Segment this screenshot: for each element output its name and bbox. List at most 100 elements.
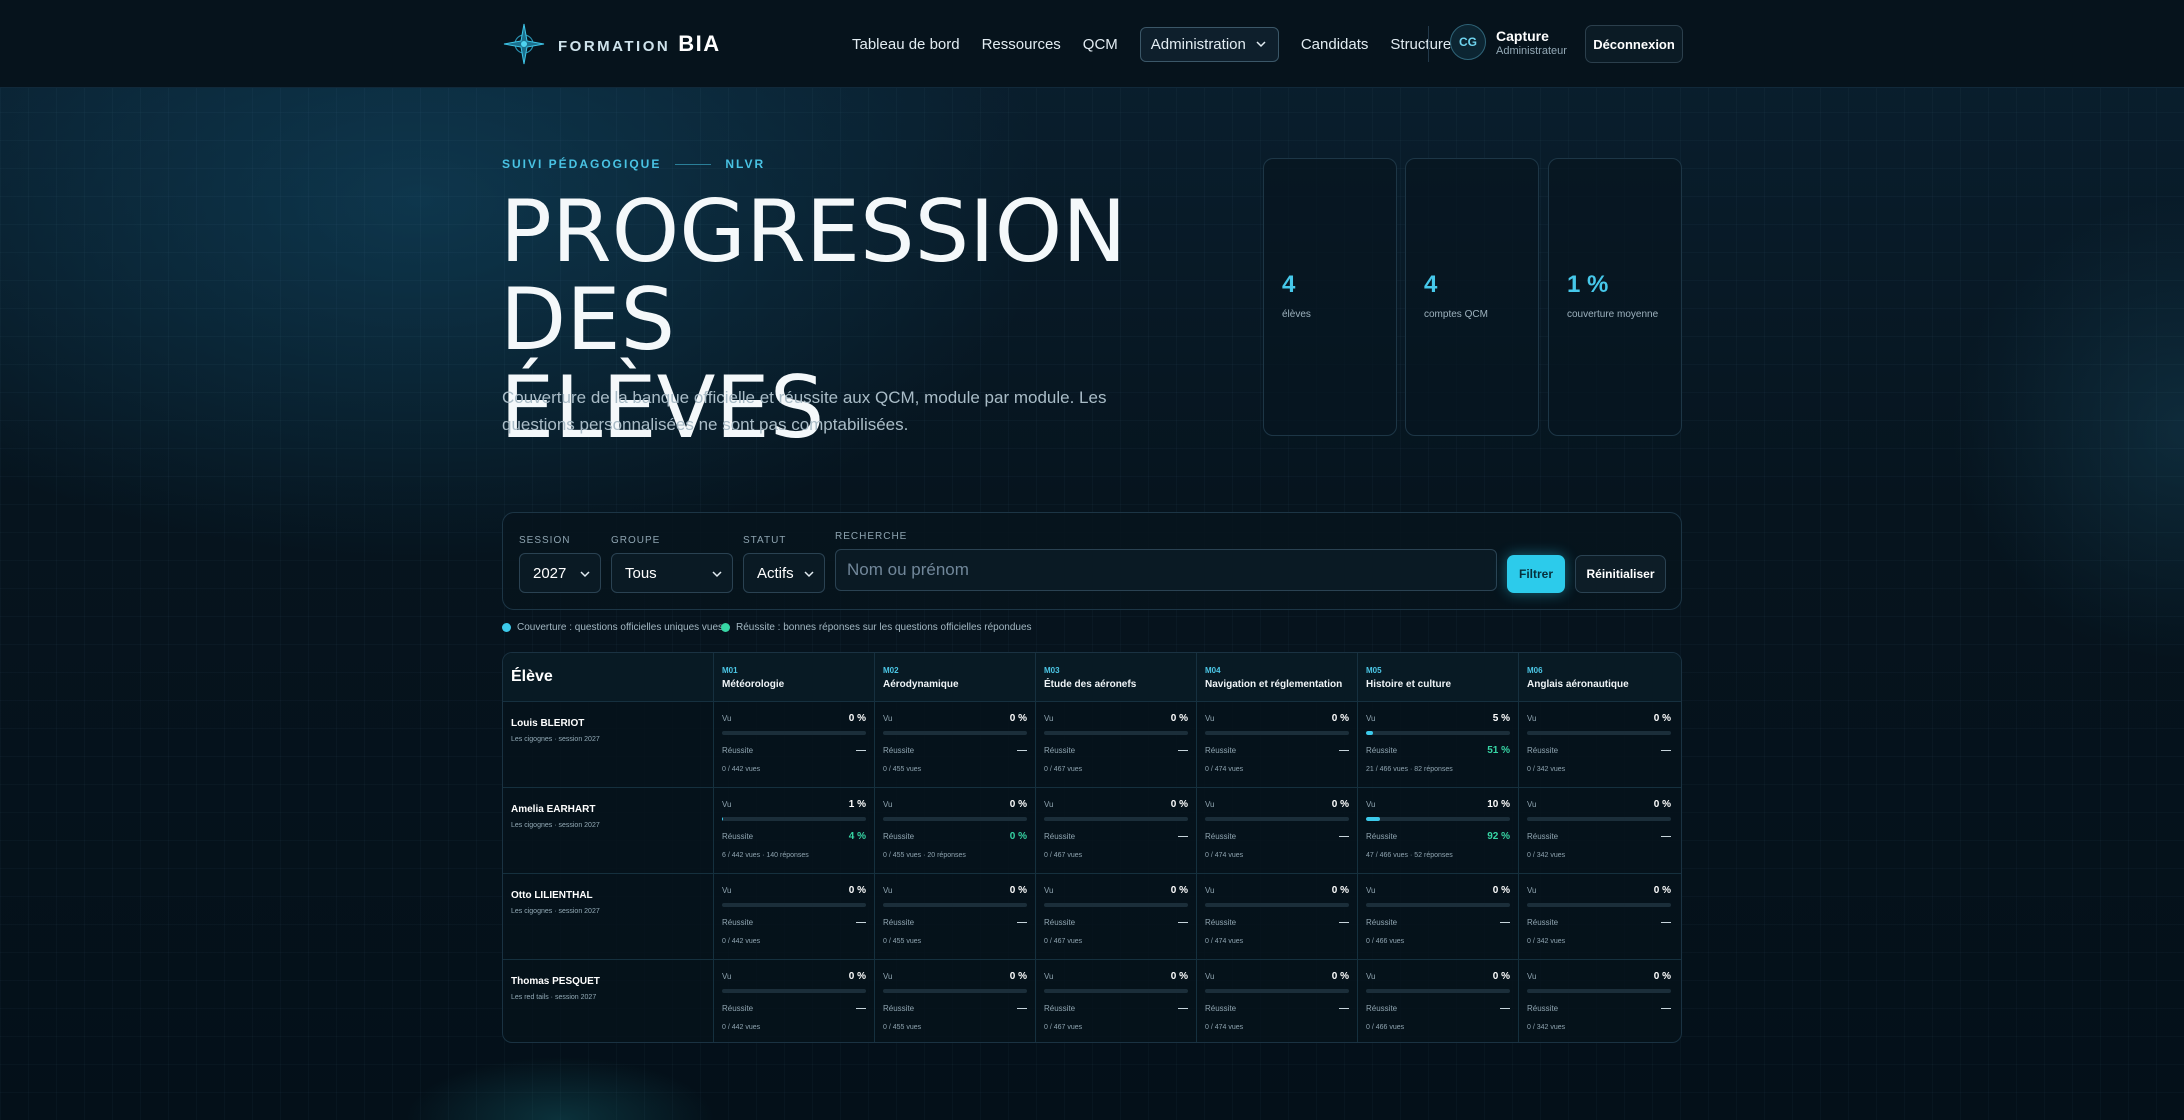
- success-value: —: [1017, 745, 1027, 756]
- success-value: —: [1178, 745, 1188, 756]
- search-input[interactable]: Nom ou prénom: [835, 549, 1497, 591]
- coverage-value: 0 %: [1170, 799, 1188, 810]
- success-dot-icon: [721, 623, 730, 632]
- module-progress-cell: Vu 5 % Réussite 51 % 21 / 466 vues · 82 répo…: [1357, 702, 1518, 788]
- coverage-value: 0 %: [848, 971, 866, 982]
- groupe-select[interactable]: Tous: [611, 553, 733, 593]
- eyebrow: SUIVI PÉDAGOGIQUE NLVR: [502, 157, 765, 171]
- groupe-label: GROUPE: [611, 535, 661, 546]
- statut-select[interactable]: Actifs: [743, 553, 825, 593]
- coverage-value: 0 %: [1653, 799, 1671, 810]
- nav-dropdown-administration[interactable]: Administration: [1139, 26, 1279, 62]
- module-name: Étude des aéronefs: [1044, 679, 1137, 690]
- coverage-value: 0 %: [1653, 713, 1671, 724]
- success-label: Réussite: [1527, 746, 1559, 755]
- page-description: Couverture de la banque officielle et ré…: [502, 388, 1107, 434]
- coverage-label: Vu: [722, 714, 732, 723]
- brand-logo[interactable]: FORMATION BIA: [502, 22, 721, 66]
- coverage-value: 0 %: [1653, 971, 1671, 982]
- module-name: Météorologie: [722, 679, 785, 690]
- cell-footer: 0 / 467 vues: [1044, 766, 1083, 773]
- coverage-label: Vu: [1527, 714, 1537, 723]
- nav-link-candidats[interactable]: Candidats: [1301, 36, 1369, 53]
- success-value: —: [1500, 917, 1510, 928]
- cell-footer: 0 / 466 vues: [1366, 938, 1405, 945]
- cell-footer: 0 / 455 vues · 20 réponses: [883, 852, 966, 859]
- cell-footer: 0 / 342 vues: [1527, 766, 1566, 773]
- module-progress-cell: Vu 0 % Réussite — 0 / 474 vues: [1196, 960, 1357, 1042]
- module-name: Histoire et culture: [1366, 679, 1452, 690]
- user-menu[interactable]: CG Capture Administrateur: [1450, 24, 1567, 60]
- success-label: Réussite: [883, 832, 915, 841]
- page-title-line1: PROGRESSION DES: [500, 182, 1127, 370]
- eyebrow-tag: NLVR: [725, 157, 766, 171]
- student-name: Amelia EARHART: [511, 804, 596, 815]
- coverage-dot-icon: [502, 623, 511, 632]
- success-label: Réussite: [883, 1004, 915, 1013]
- reset-button[interactable]: Réinitialiser: [1575, 555, 1666, 593]
- success-label: Réussite: [1205, 832, 1237, 841]
- coverage-label: Vu: [1044, 800, 1054, 809]
- success-value: —: [1661, 745, 1671, 756]
- coverage-value: 0 %: [1009, 713, 1027, 724]
- student-group: Les cigognes · session 2027: [511, 822, 600, 829]
- coverage-bar: [1205, 903, 1349, 907]
- success-value: 51 %: [1487, 745, 1510, 756]
- coverage-bar: [883, 903, 1027, 907]
- stat-value: 4: [1424, 271, 1438, 298]
- coverage-bar: [722, 989, 866, 993]
- success-label: Réussite: [883, 918, 915, 927]
- success-value: —: [856, 917, 866, 928]
- column-header-module: M05 Histoire et culture: [1357, 653, 1518, 702]
- cell-footer: 0 / 455 vues: [883, 1024, 922, 1031]
- module-code: M03: [1044, 666, 1060, 675]
- brand-prefix: FORMATION: [558, 37, 671, 55]
- logout-button[interactable]: Déconnexion: [1585, 25, 1683, 63]
- success-value: —: [1178, 831, 1188, 842]
- coverage-bar: [883, 731, 1027, 735]
- table-row[interactable]: Amelia EARHART Les cigognes · session 202…: [503, 788, 1681, 874]
- module-progress-cell: Vu 0 % Réussite — 0 / 474 vues: [1196, 874, 1357, 960]
- success-label: Réussite: [1044, 1004, 1076, 1013]
- success-value: —: [1339, 917, 1349, 928]
- cell-footer: 0 / 467 vues: [1044, 938, 1083, 945]
- success-value: —: [856, 745, 866, 756]
- module-progress-cell: Vu 0 % Réussite — 0 / 467 vues: [1035, 960, 1196, 1042]
- chevron-down-icon: [804, 571, 814, 578]
- nav-links: Tableau de bord Ressources QCM Administr…: [852, 25, 1481, 63]
- coverage-label: Vu: [1527, 886, 1537, 895]
- module-code: M06: [1527, 666, 1543, 675]
- module-progress-cell: Vu 0 % Réussite — 0 / 466 vues: [1357, 874, 1518, 960]
- coverage-value: 0 %: [1492, 885, 1510, 896]
- table-row[interactable]: Otto LILIENTHAL Les cigognes · session 20…: [503, 874, 1681, 960]
- module-progress-cell: Vu 0 % Réussite — 0 / 442 vues: [713, 874, 874, 960]
- coverage-value: 0 %: [1009, 885, 1027, 896]
- success-label: Réussite: [722, 1004, 754, 1013]
- nav-link-qcm[interactable]: QCM: [1083, 36, 1118, 53]
- coverage-bar: [1366, 731, 1510, 735]
- coverage-bar: [1366, 989, 1510, 993]
- coverage-label: Vu: [1366, 972, 1376, 981]
- filter-button[interactable]: Filtrer: [1507, 555, 1565, 593]
- coverage-bar: [722, 731, 866, 735]
- coverage-bar-fill: [722, 817, 724, 821]
- success-label: Réussite: [1366, 746, 1398, 755]
- module-progress-cell: Vu 0 % Réussite 0 % 0 / 455 vues · 20 répons…: [874, 788, 1035, 874]
- session-select[interactable]: 2027: [519, 553, 601, 593]
- nav-link-ressources[interactable]: Ressources: [982, 36, 1061, 53]
- statut-value: Actifs: [757, 564, 794, 582]
- cell-footer: 0 / 342 vues: [1527, 852, 1566, 859]
- cell-footer: 0 / 455 vues: [883, 766, 922, 773]
- table-row[interactable]: Thomas PESQUET Les red tails · session 20…: [503, 960, 1681, 1042]
- student-group: Les cigognes · session 2027: [511, 736, 600, 743]
- cell-footer: 6 / 442 vues · 140 réponses: [722, 852, 809, 859]
- nav-link-tableau-de-bord[interactable]: Tableau de bord: [852, 36, 960, 53]
- progress-table: Élève M01 Météorologie M02 Aérodynamique M03…: [502, 652, 1682, 1043]
- nav-link-structures[interactable]: Structures: [1390, 36, 1458, 53]
- stat-value: 4: [1282, 271, 1296, 298]
- module-code: M04: [1205, 666, 1221, 675]
- table-row[interactable]: Louis BLERIOT Les cigognes · session 2027…: [503, 702, 1681, 788]
- coverage-label: Vu: [883, 972, 893, 981]
- coverage-value: 5 %: [1492, 713, 1510, 724]
- success-value: 0 %: [1009, 831, 1027, 842]
